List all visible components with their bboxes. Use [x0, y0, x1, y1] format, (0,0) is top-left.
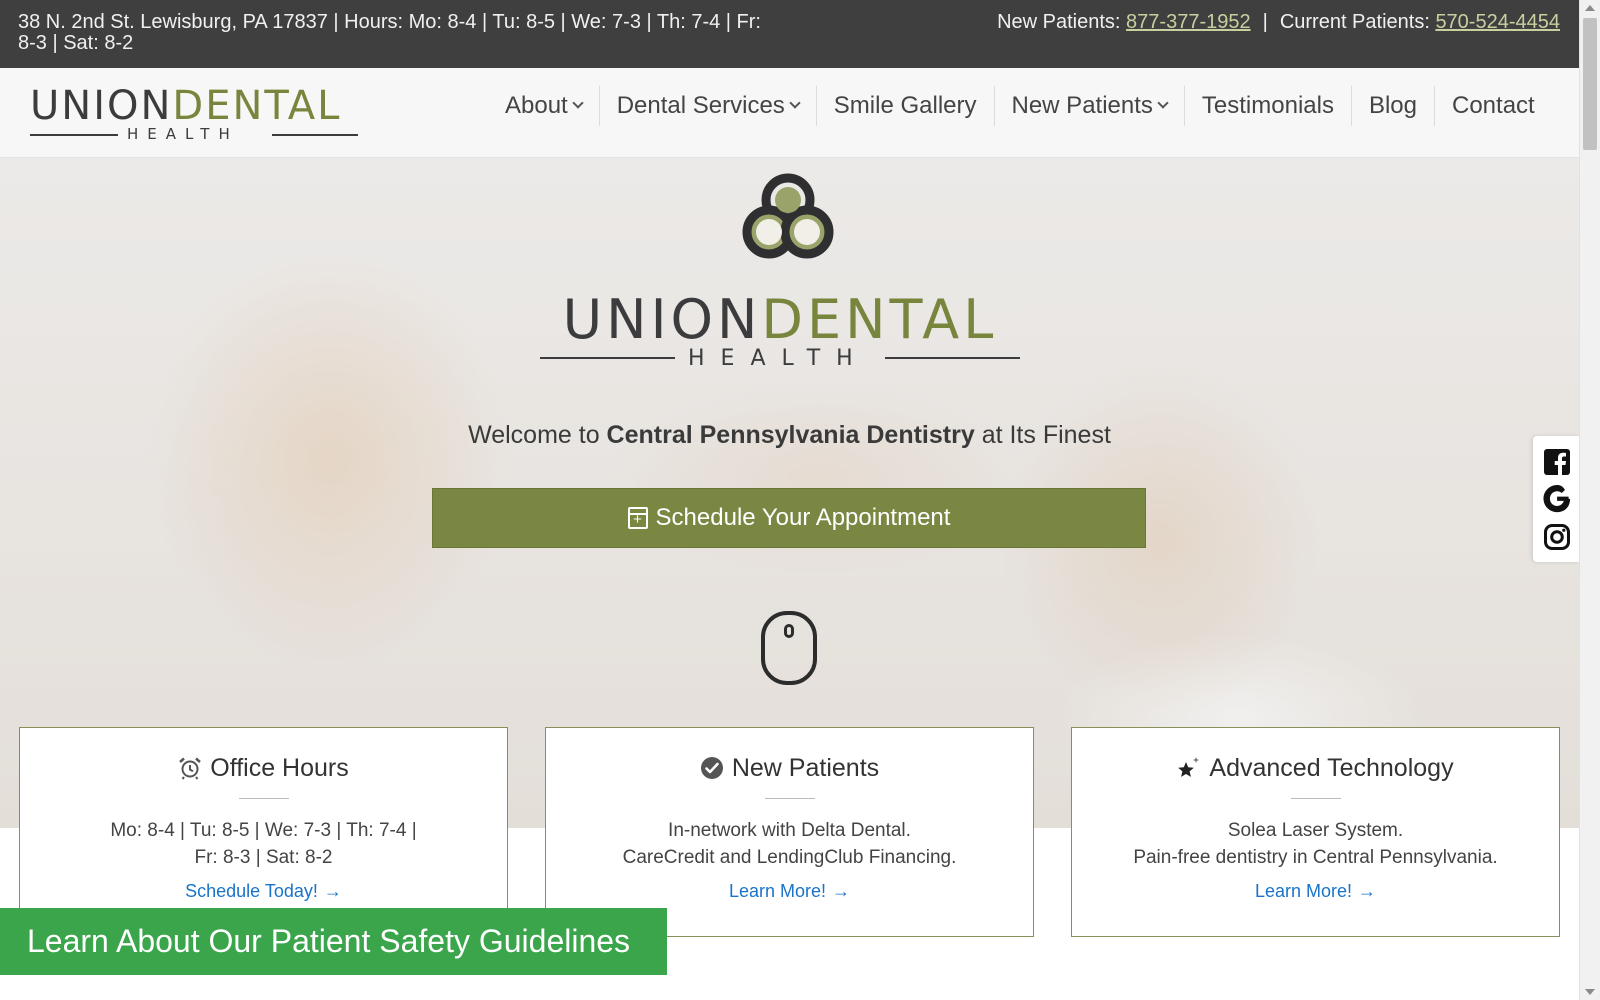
nav-item-new-patients[interactable]: New Patients: [993, 86, 1184, 126]
nav-label: About: [505, 92, 568, 119]
mouse-wheel: [784, 624, 794, 638]
scrollbar-thumb[interactable]: [1583, 18, 1597, 150]
card-text-line: CareCredit and LendingClub Financing.: [622, 847, 957, 868]
logo-subline: HEALTH: [30, 126, 360, 144]
card-divider: [1290, 798, 1341, 799]
card-text: In-network with Delta Dental. CareCredit…: [546, 817, 1033, 871]
chevron-down-icon: [1157, 97, 1169, 109]
hero-logo-subline: HEALTH: [540, 347, 1020, 373]
hero-logo-rule-left: [540, 357, 675, 359]
card-link-label: Learn More!: [728, 881, 827, 901]
card-text-line: Pain-free dentistry in Central Pennsylva…: [1133, 847, 1498, 868]
welcome-post: at Its Finest: [974, 421, 1111, 449]
nav-item-testimonials[interactable]: Testimonials: [1183, 86, 1351, 126]
scroll-down-arrow-icon[interactable]: [1585, 989, 1595, 995]
card-office-hours: Office Hours Mo: 8-4 | Tu: 8-5 | We: 7-3…: [19, 727, 508, 937]
nav-item-about[interactable]: About: [488, 86, 599, 126]
card-divider: [238, 798, 289, 799]
hero-welcome-text: Welcome to Central Pennsylvania Dentistr…: [0, 421, 1579, 450]
chevron-down-icon: [789, 97, 801, 109]
card-title: Advanced Technology: [1072, 752, 1559, 784]
schedule-today-link[interactable]: Schedule Today! →: [20, 881, 507, 902]
logo-rule-left: [30, 134, 118, 136]
hero-logo-rule-right: [885, 357, 1020, 359]
card-text-line: In-network with Delta Dental.: [668, 820, 911, 841]
phone-numbers: New Patients: 877-377-1952 | Current Patie…: [997, 12, 1560, 33]
hero-logo-dental-text: DENTAL: [761, 288, 998, 351]
phone-separator: |: [1262, 11, 1268, 33]
schedule-appointment-label: Schedule Your Appointment: [655, 504, 951, 531]
card-divider: [764, 798, 815, 799]
logo-health-text: HEALTH: [127, 125, 239, 143]
patient-safety-banner[interactable]: Learn About Our Patient Safety Guideline…: [0, 908, 667, 975]
card-title-text: New Patients: [731, 753, 880, 782]
logo-rule-right: [272, 134, 358, 136]
card-title: New Patients: [546, 752, 1033, 784]
alarm-clock-icon: [179, 757, 202, 780]
card-advanced-technology: Advanced Technology Solea Laser System. …: [1071, 727, 1560, 937]
nav-item-dental-services[interactable]: Dental Services: [598, 86, 816, 126]
nav-item-blog[interactable]: Blog: [1350, 86, 1434, 126]
card-title-text: Advanced Technology: [1209, 753, 1454, 782]
nav-label: Smile Gallery: [833, 92, 977, 119]
address-hours-text: 38 N. 2nd St. Lewisburg, PA 17837 | Hour…: [18, 11, 761, 54]
chevron-down-icon: [572, 97, 584, 109]
scroll-up-arrow-icon[interactable]: [1585, 5, 1595, 11]
scroll-down-mouse-icon[interactable]: [761, 611, 817, 685]
nav-label: New Patients: [1011, 92, 1153, 119]
three-rings-emblem-icon: [742, 173, 834, 259]
logo-dental-text: DENTAL: [172, 83, 342, 129]
nav-label: Contact: [1452, 92, 1535, 119]
instagram-icon[interactable]: [1543, 523, 1571, 551]
hero-logo-wordmark: UNIONDENTAL: [540, 293, 1020, 347]
check-circle-icon: [700, 757, 723, 779]
sparkle-star-icon: [1178, 757, 1200, 777]
logo-wordmark: UNIONDENTAL: [30, 86, 360, 126]
card-title-text: Office Hours: [210, 753, 349, 782]
schedule-appointment-button[interactable]: Schedule Your Appointment: [432, 488, 1146, 548]
new-patients-phone-link[interactable]: 877-377-1952: [1126, 11, 1251, 33]
facebook-icon[interactable]: [1543, 448, 1571, 476]
new-patients-learn-more-link[interactable]: Learn More! →: [546, 881, 1033, 902]
hero-logo: UNIONDENTAL HEALTH: [540, 293, 1020, 373]
logo-union-text: UNION: [30, 83, 173, 129]
google-icon[interactable]: [1543, 485, 1571, 513]
new-patients-label: New Patients:: [997, 11, 1127, 33]
card-link-label: Learn More!: [1254, 881, 1353, 901]
site-header: UNIONDENTAL HEALTH About Dental Services…: [0, 68, 1579, 158]
card-link-label: Schedule Today!: [185, 881, 318, 901]
nav-item-contact[interactable]: Contact: [1434, 86, 1552, 126]
welcome-pre: Welcome to: [468, 421, 607, 449]
card-text-line: Fr: 8-3 | Sat: 8-2: [194, 847, 333, 868]
top-info-bar: 38 N. 2nd St. Lewisburg, PA 17837 | Hour…: [0, 0, 1579, 68]
nav-label: Dental Services: [616, 92, 785, 119]
card-new-patients: New Patients In-network with Delta Denta…: [545, 727, 1034, 937]
nav-label: Blog: [1368, 92, 1417, 119]
arrow-right-icon: →: [323, 881, 342, 901]
calendar-plus-icon: [627, 507, 648, 529]
arrow-right-icon: →: [1358, 881, 1377, 901]
card-title: Office Hours: [20, 752, 507, 784]
current-patients-phone-link[interactable]: 570-524-4454: [1435, 11, 1560, 33]
card-text: Solea Laser System. Pain-free dentistry …: [1072, 817, 1559, 871]
social-sidebar: [1533, 436, 1579, 562]
hero-logo-union-text: UNION: [562, 288, 762, 351]
main-nav: About Dental Services Smile Gallery New …: [488, 86, 1552, 126]
hero-logo-health-text: HEALTH: [688, 346, 869, 371]
arrow-right-icon: →: [832, 881, 851, 901]
advanced-technology-learn-more-link[interactable]: Learn More! →: [1072, 881, 1559, 902]
card-text-line: Mo: 8-4 | Tu: 8-5 | We: 7-3 | Th: 7-4 |: [110, 820, 417, 841]
page-scrollbar[interactable]: [1579, 0, 1600, 1000]
card-text-line: Solea Laser System.: [1227, 820, 1404, 841]
card-text: Mo: 8-4 | Tu: 8-5 | We: 7-3 | Th: 7-4 | …: [20, 817, 507, 871]
header-logo[interactable]: UNIONDENTAL HEALTH: [30, 86, 360, 142]
current-patients-label: Current Patients:: [1279, 11, 1436, 33]
nav-item-smile-gallery[interactable]: Smile Gallery: [815, 86, 994, 126]
nav-label: Testimonials: [1201, 92, 1334, 119]
welcome-bold: Central Pennsylvania Dentistry: [606, 421, 975, 449]
